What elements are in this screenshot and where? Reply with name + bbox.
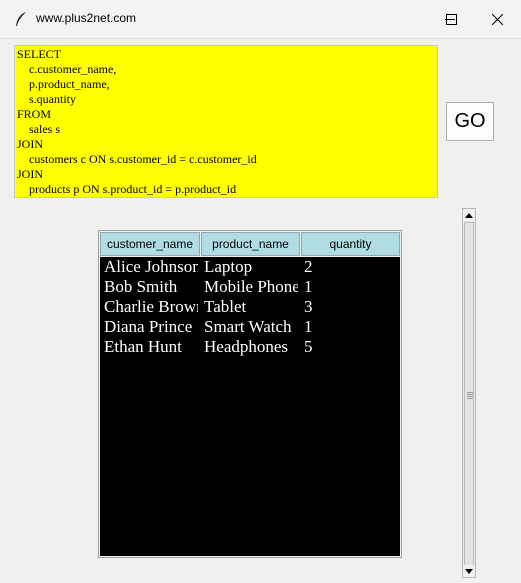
sql-line: s.quantity (17, 92, 76, 106)
cell-product-name: Headphones (204, 337, 289, 356)
table-row[interactable]: Charlie Brown Tablet 3 (100, 297, 400, 317)
column-header-quantity[interactable]: quantity (301, 232, 400, 256)
cell-quantity: 1 (304, 277, 313, 296)
cell-customer-name: Bob Smith (104, 277, 178, 296)
sql-line: JOIN (17, 137, 43, 151)
cell-product-name: Laptop (204, 257, 253, 276)
sql-line: customers c ON s.customer_id = c.custome… (17, 152, 257, 166)
cell-quantity: 2 (304, 257, 313, 276)
cell-quantity: 5 (304, 337, 313, 356)
sql-line: products p ON s.product_id = p.product_i… (17, 182, 237, 196)
cell-quantity: 1 (304, 317, 313, 336)
scroll-up-button[interactable] (463, 209, 475, 221)
table-row[interactable]: Alice Johnson Laptop 2 (100, 257, 400, 277)
grip-line (467, 398, 473, 399)
column-header-customer-name[interactable]: customer_name (100, 232, 200, 256)
grip-line (467, 394, 473, 395)
sql-query-text[interactable]: SELECT c.customer_name, p.product_name, … (14, 45, 438, 198)
results-table: customer_name product_name quantity Alic… (98, 230, 402, 558)
cell-customer-name: Ethan Hunt (104, 337, 182, 356)
table-body: Alice Johnson Laptop 2 Bob Smith Mobile … (100, 257, 400, 556)
sql-line: FROM (17, 107, 52, 121)
sql-line: JOIN (17, 167, 43, 181)
cell-customer-name: Alice Johnson (104, 257, 198, 276)
feather-icon (16, 12, 26, 26)
cell-product-name: Mobile Phone (204, 277, 298, 296)
table-row[interactable]: Ethan Hunt Headphones 5 (100, 337, 400, 357)
sql-line: c.customer_name, (17, 62, 117, 76)
caret-down-icon (465, 568, 473, 574)
table-header: customer_name product_name quantity (100, 232, 401, 257)
caret-up-icon (465, 212, 473, 218)
cell-customer-name: Diana Prince (104, 317, 193, 336)
cell-quantity: 3 (304, 297, 313, 316)
grip-line (467, 392, 473, 393)
go-button[interactable]: GO (446, 102, 494, 141)
scrollbar-thumb[interactable] (464, 222, 474, 566)
cell-product-name: Smart Watch (204, 317, 292, 336)
sql-line: p.product_name, (17, 77, 110, 91)
vertical-scrollbar[interactable] (462, 208, 476, 578)
close-icon (491, 13, 503, 25)
close-button[interactable] (474, 0, 520, 38)
maximize-button[interactable] (428, 0, 474, 38)
table-row[interactable]: Diana Prince Smart Watch 1 (100, 317, 400, 337)
sql-line: sales s (17, 122, 60, 136)
cell-customer-name: Charlie Brown (104, 297, 198, 316)
sql-line: SELECT (17, 47, 61, 61)
column-header-product-name[interactable]: product_name (201, 232, 300, 256)
grip-line (467, 396, 473, 397)
table-row[interactable]: Bob Smith Mobile Phone 1 (100, 277, 400, 297)
scroll-down-button[interactable] (463, 565, 475, 577)
maximize-icon (445, 13, 457, 25)
cell-product-name: Tablet (204, 297, 247, 316)
window-title: www.plus2net.com (36, 11, 137, 25)
